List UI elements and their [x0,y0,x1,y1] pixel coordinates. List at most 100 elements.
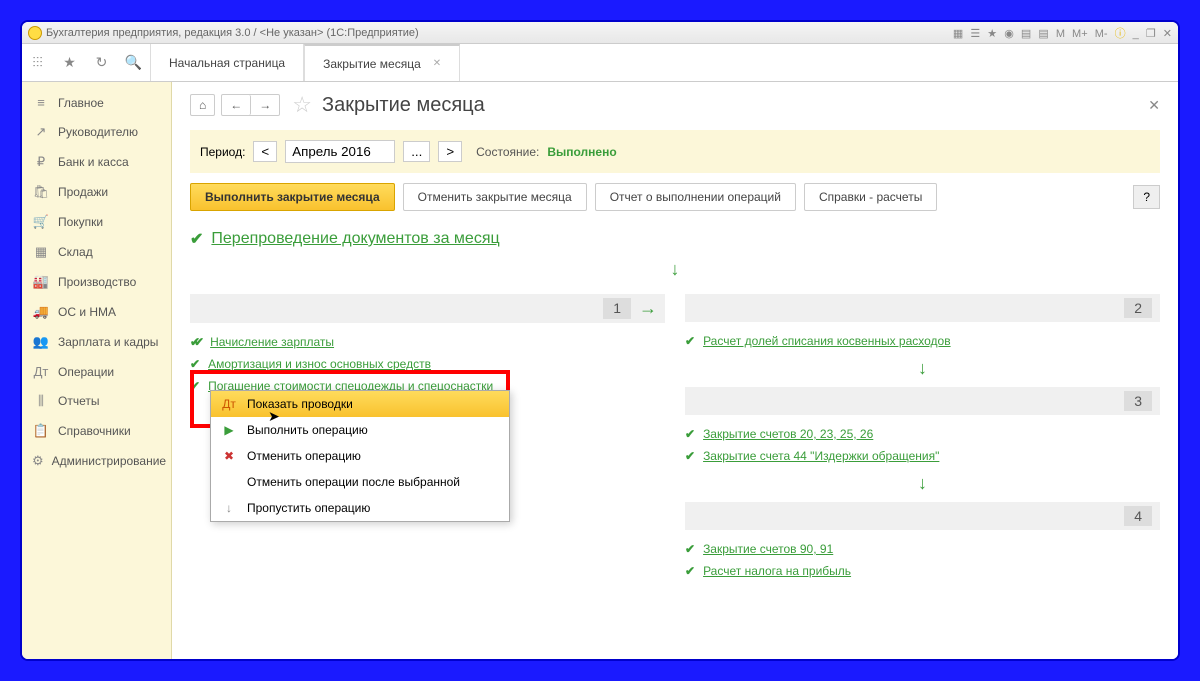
ctx-execute-op[interactable]: ▶ Выполнить операцию [211,417,509,443]
history-icon[interactable]: ↻ [86,44,118,81]
minimize-icon[interactable]: _ [1133,28,1139,40]
m-minus-icon[interactable]: M- [1095,28,1108,40]
m-icon[interactable]: M [1056,28,1065,40]
salary-accrual-link[interactable]: Начисление зарплаты [210,335,334,349]
status-value: Выполнено [547,145,616,159]
dtkt-icon: Дт [221,397,237,411]
tab-close-icon[interactable]: ✕ [433,58,441,69]
period-label: Период: [200,145,245,159]
tab-home[interactable]: Начальная страница [150,44,304,81]
titlebar: Бухгалтерия предприятия, редакция 3.0 / … [22,22,1178,44]
tab-month-close[interactable]: Закрытие месяца ✕ [304,44,460,81]
app-window: Бухгалтерия предприятия, редакция 3.0 / … [20,20,1180,661]
sidebar-item-assets[interactable]: 🚚ОС и НМА [22,297,171,327]
report-button[interactable]: Отчет о выполнении операций [595,183,796,211]
section-number: 4 [1124,506,1152,526]
ctx-cancel-after[interactable]: Отменить операции после выбранной [211,469,509,495]
search-icon[interactable]: 🔍 [118,44,150,81]
sidebar-item-purchases[interactable]: 🛒Покупки [22,207,171,237]
chart-icon: ↗ [32,124,50,140]
period-next-button[interactable]: > [438,141,462,162]
grid-icon[interactable]: ⫶⫶⫶ [22,44,54,81]
truck-icon: 🚚 [32,304,50,320]
ctx-show-entries[interactable]: Дт Показать проводки [211,391,509,417]
period-picker-button[interactable]: ... [403,141,430,162]
section-number: 1 [603,298,631,319]
play-icon: ▶ [221,423,237,437]
back-button[interactable]: ← [222,95,251,115]
close-account-44-link[interactable]: Закрытие счета 44 "Издержки обращения" [703,449,939,463]
star-icon[interactable]: ★ [987,28,997,40]
section-number: 2 [1124,298,1152,318]
op-row: ✔ Расчет налога на прибыль [685,560,1160,582]
calendar-icon[interactable]: ▤ [1038,28,1048,40]
references-button[interactable]: Справки - расчеты [804,183,937,211]
operations-col-right: 2 ✔ Расчет долей списания косвенных расх… [685,286,1160,582]
section-4-bar: 4 [685,502,1160,530]
sidebar-item-salary[interactable]: 👥Зарплата и кадры [22,327,171,357]
home-button[interactable]: ⌂ [190,94,215,116]
period-prev-button[interactable]: < [253,141,277,162]
ctx-cancel-op[interactable]: ✖ Отменить операцию [211,443,509,469]
section-3-bar: 3 [685,387,1160,415]
check-icon: ✔ [685,542,695,556]
info-icon[interactable]: ⓘ [1115,28,1126,40]
period-bar: Период: < ... > Состояние: Выполнено [190,130,1160,173]
arrow-down-icon: ↓ [685,358,1160,379]
sidebar-item-sales[interactable]: 🛍Продажи [22,177,171,207]
header-row: ⌂ ← → ☆ Закрытие месяца ✕ [190,92,1160,118]
sidebar-item-production[interactable]: 🏭Производство [22,267,171,297]
menu-icon: ≡ [32,95,50,110]
favorite-icon[interactable]: ☆ [292,92,312,118]
close-page-icon[interactable]: ✕ [1148,97,1160,114]
sidebar-item-warehouse[interactable]: ▦Склад [22,237,171,267]
profit-tax-link[interactable]: Расчет налога на прибыль [703,564,851,578]
status-label: Состояние: [476,145,539,159]
operations-area: 1 → ✔✔ Начисление зарплаты ✔ Амортизация… [190,286,1160,582]
section-1-bar: 1 → [190,294,665,323]
execute-close-button[interactable]: Выполнить закрытие месяца [190,183,395,211]
star-icon[interactable]: ★ [54,44,86,81]
amortization-link[interactable]: Амортизация и износ основных средств [208,357,431,371]
app-logo-icon [28,26,42,40]
skip-icon: ↓ [221,501,237,515]
sidebar-item-operations[interactable]: ДтОперации [22,357,171,386]
close-accounts-20-link[interactable]: Закрытие счетов 20, 23, 25, 26 [703,427,873,441]
tool-icon[interactable]: ▦ [953,28,963,40]
sidebar-item-bank[interactable]: ₽Банк и касса [22,147,171,177]
maximize-icon[interactable]: ❐ [1146,28,1156,40]
check-icon: ✔ [685,427,695,441]
factory-icon: 🏭 [32,274,50,290]
m-plus-icon[interactable]: M+ [1072,28,1088,40]
sidebar-item-directories[interactable]: 📋Справочники [22,416,171,446]
content: ⌂ ← → ☆ Закрытие месяца ✕ Период: < ... … [172,82,1178,659]
sidebar-item-main[interactable]: ≡Главное [22,88,171,117]
cancel-icon: ✖ [221,449,237,463]
ctx-skip-op[interactable]: ↓ Пропустить операцию [211,495,509,521]
main-area: ≡Главное ↗Руководителю ₽Банк и касса 🛍Пр… [22,82,1178,659]
calc-icon[interactable]: ▤ [1021,28,1031,40]
help-button[interactable]: ? [1133,185,1160,209]
arrow-right-icon: → [639,298,657,319]
sidebar-item-admin[interactable]: ⚙Администрирование [22,446,171,476]
check-icon: ✔ [685,334,695,348]
check-icon: ✔ [190,357,200,371]
dtkt-icon: Дт [32,364,50,379]
sidebar-item-manager[interactable]: ↗Руководителю [22,117,171,147]
tool-icon[interactable]: ◉ [1004,28,1014,40]
double-check-icon: ✔✔ [190,335,198,349]
period-input[interactable] [285,140,395,163]
forward-button[interactable]: → [251,95,279,115]
people-icon: 👥 [32,334,50,350]
cart-icon: 🛒 [32,214,50,230]
top-operation-row: ✔ Перепроведение документов за месяц [190,225,1160,253]
reprocess-docs-link[interactable]: Перепроведение документов за месяц [211,230,499,248]
sidebar-item-reports[interactable]: ⫼Отчеты [22,386,171,416]
tool-icon[interactable]: ☰ [970,28,980,40]
close-icon[interactable]: ✕ [1163,28,1172,40]
close-accounts-90-link[interactable]: Закрытие счетов 90, 91 [703,542,833,556]
indirect-costs-link[interactable]: Расчет долей списания косвенных расходов [703,334,951,348]
action-row: Выполнить закрытие месяца Отменить закры… [190,183,1160,211]
cancel-close-button[interactable]: Отменить закрытие месяца [403,183,587,211]
operations-col-left: 1 → ✔✔ Начисление зарплаты ✔ Амортизация… [190,286,665,582]
